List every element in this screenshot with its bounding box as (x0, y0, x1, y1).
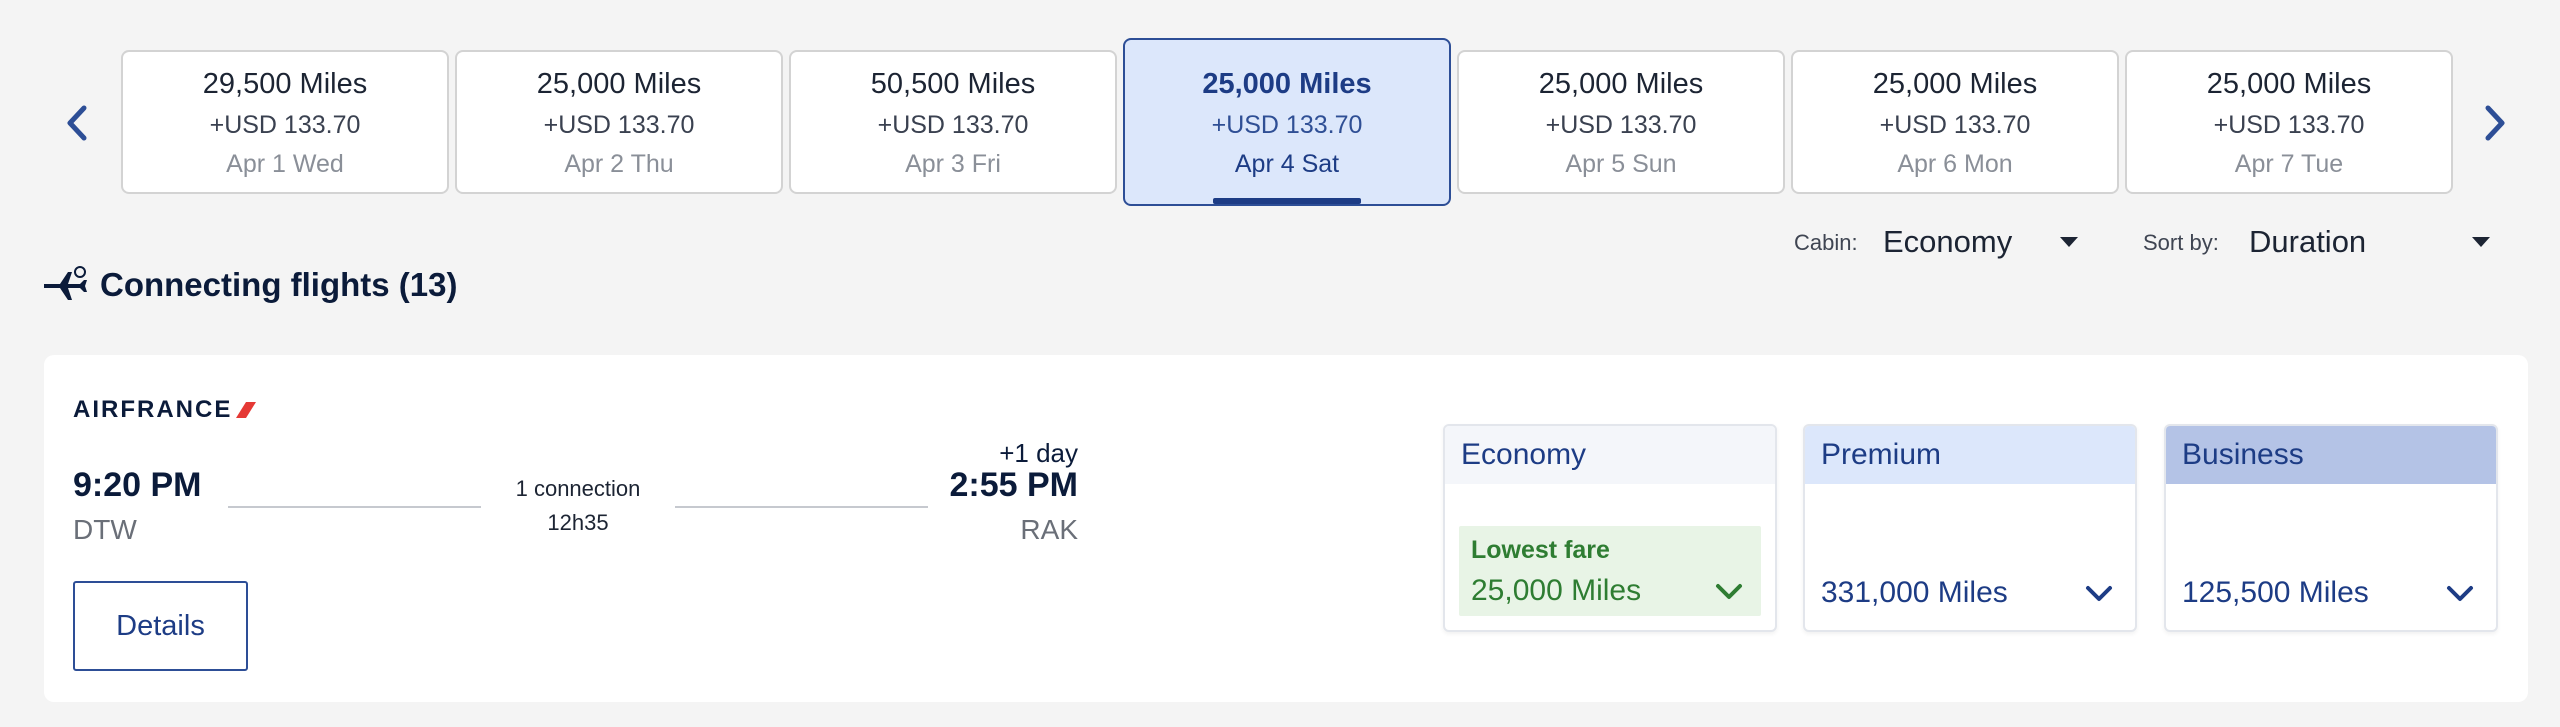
departure-airport: DTW (73, 514, 137, 545)
chevron-left-icon (67, 105, 87, 141)
fare-business-price: 125,500 Miles (2182, 576, 2369, 609)
flight-card (44, 355, 2528, 702)
date-card-date: Apr 3 Fri (905, 150, 1001, 178)
date-card-usd: +USD 133.70 (2213, 111, 2365, 139)
selected-indicator (1213, 198, 1361, 204)
arrival-time: 2:55 PM (949, 466, 1079, 504)
previous-dates-button[interactable] (52, 98, 102, 148)
date-card-usd: +USD 133.70 (1879, 111, 2031, 139)
date-card-miles: 29,500 Miles (202, 68, 368, 100)
chevron-down-icon (1716, 584, 1742, 599)
section-title: Connecting flights (13) (100, 266, 458, 303)
date-card-miles: 25,000 Miles (1202, 68, 1372, 100)
date-card-usd: +USD 133.70 (1545, 111, 1697, 139)
sort-select[interactable]: Duration (2249, 224, 2366, 260)
date-card-apr-7[interactable]: 25,000 Miles +USD 133.70 Apr 7 Tue (2125, 50, 2453, 194)
date-card-apr-3[interactable]: 50,500 Miles +USD 133.70 Apr 3 Fri (789, 50, 1117, 194)
fare-premium-label: Premium (1821, 438, 1942, 471)
next-dates-button[interactable] (2470, 98, 2520, 148)
date-card-date: Apr 5 Sun (1565, 150, 1677, 178)
airline-logo: AIRFRANCE (73, 396, 258, 424)
airfrance-stripe-icon (236, 402, 257, 418)
date-card-miles: 50,500 Miles (870, 68, 1036, 100)
date-card-miles: 25,000 Miles (1538, 68, 1704, 100)
details-button[interactable]: Details (73, 581, 248, 671)
date-card-apr-2[interactable]: 25,000 Miles +USD 133.70 Apr 2 Thu (455, 50, 783, 194)
chevron-right-icon (2485, 105, 2505, 141)
date-card-usd: +USD 133.70 (1211, 111, 1363, 139)
date-card-usd: +USD 133.70 (543, 111, 695, 139)
cabin-label: Cabin: (1794, 230, 1858, 255)
airline-name: AIRFRANCE (73, 396, 233, 423)
fare-economy-label: Economy (1461, 438, 1587, 471)
fare-business[interactable]: Business 125,500 Miles (2164, 424, 2498, 632)
cabin-dropdown-caret-icon[interactable] (2060, 237, 2078, 247)
date-card-apr-4-selected[interactable]: 25,000 Miles +USD 133.70 Apr 4 Sat (1123, 38, 1451, 206)
chevron-down-icon (2447, 586, 2473, 601)
fare-premium[interactable]: Premium 331,000 Miles (1803, 424, 2137, 632)
lowest-fare-panel: Lowest fare 25,000 Miles (1459, 526, 1761, 616)
route-line-left (228, 506, 481, 508)
arrival-airport: RAK (1020, 514, 1078, 545)
date-card-date: Apr 7 Tue (2234, 150, 2344, 178)
date-card-miles: 25,000 Miles (536, 68, 702, 100)
sort-dropdown-caret-icon[interactable] (2472, 237, 2490, 247)
connection-count: 1 connection (515, 476, 641, 501)
chevron-down-icon (2086, 586, 2112, 601)
cabin-select[interactable]: Economy (1883, 224, 2012, 260)
fare-economy[interactable]: Economy Lowest fare 25,000 Miles (1443, 424, 1777, 632)
departure-time: 9:20 PM (73, 466, 202, 504)
fare-premium-price: 331,000 Miles (1821, 576, 2008, 609)
fare-economy-header: Economy (1445, 426, 1775, 484)
date-card-date: Apr 2 Thu (564, 150, 674, 178)
route-line-right (675, 506, 928, 508)
fare-business-header: Business (2166, 426, 2496, 484)
fare-premium-header: Premium (1805, 426, 2135, 484)
date-card-apr-6[interactable]: 25,000 Miles +USD 133.70 Apr 6 Mon (1791, 50, 2119, 194)
lowest-fare-badge: Lowest fare (1471, 536, 1610, 564)
date-card-date: Apr 4 Sat (1234, 150, 1340, 178)
date-card-date: Apr 6 Mon (1897, 150, 2013, 178)
date-card-apr-5[interactable]: 25,000 Miles +USD 133.70 Apr 5 Sun (1457, 50, 1785, 194)
date-card-miles: 25,000 Miles (1872, 68, 2038, 100)
date-card-apr-1[interactable]: 29,500 Miles +USD 133.70 Apr 1 Wed (121, 50, 449, 194)
date-card-usd: +USD 133.70 (877, 111, 1029, 139)
date-card-date: Apr 1 Wed (226, 150, 344, 178)
flight-duration: 12h35 (547, 510, 609, 535)
date-card-miles: 25,000 Miles (2206, 68, 2372, 100)
fare-economy-price: 25,000 Miles (1471, 574, 1642, 607)
arrival-day-offset: +1 day (999, 438, 1078, 468)
date-card-usd: +USD 133.70 (209, 111, 361, 139)
fare-business-label: Business (2182, 438, 2304, 471)
connecting-flight-icon (44, 266, 87, 300)
sort-label: Sort by: (2143, 230, 2219, 255)
